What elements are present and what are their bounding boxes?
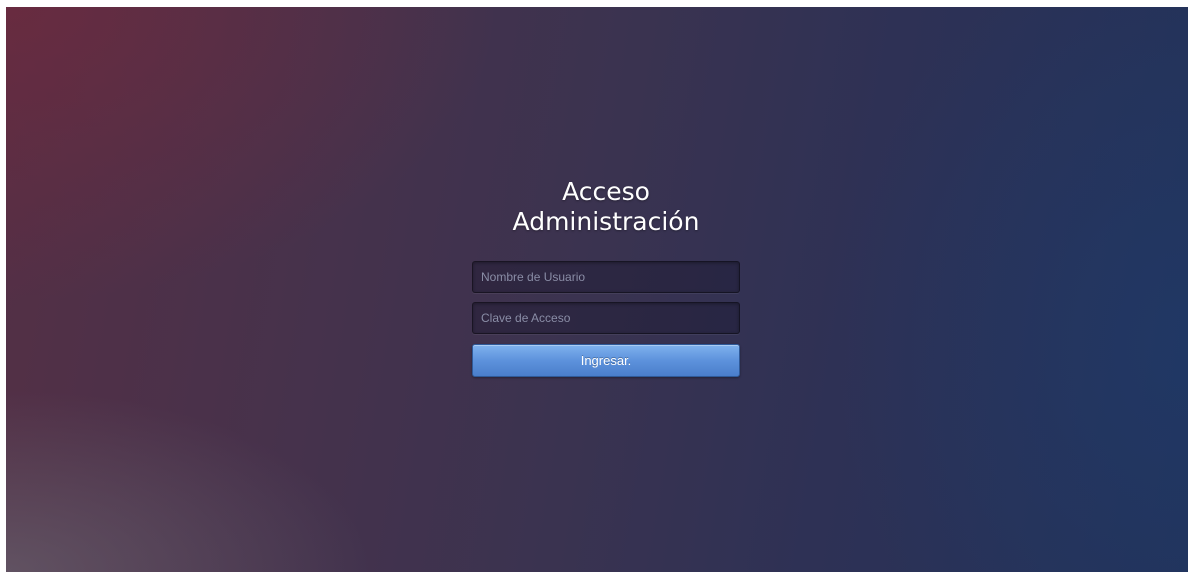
page-title: Acceso Administración bbox=[472, 177, 740, 237]
password-input[interactable] bbox=[472, 302, 740, 334]
login-page-background: Acceso Administración Ingresar. bbox=[6, 7, 1188, 572]
title-line-1: Acceso bbox=[562, 177, 650, 206]
login-form: Acceso Administración Ingresar. bbox=[472, 177, 740, 377]
username-input[interactable] bbox=[472, 261, 740, 293]
title-line-2: Administración bbox=[512, 207, 700, 236]
login-submit-button[interactable]: Ingresar. bbox=[472, 344, 740, 377]
